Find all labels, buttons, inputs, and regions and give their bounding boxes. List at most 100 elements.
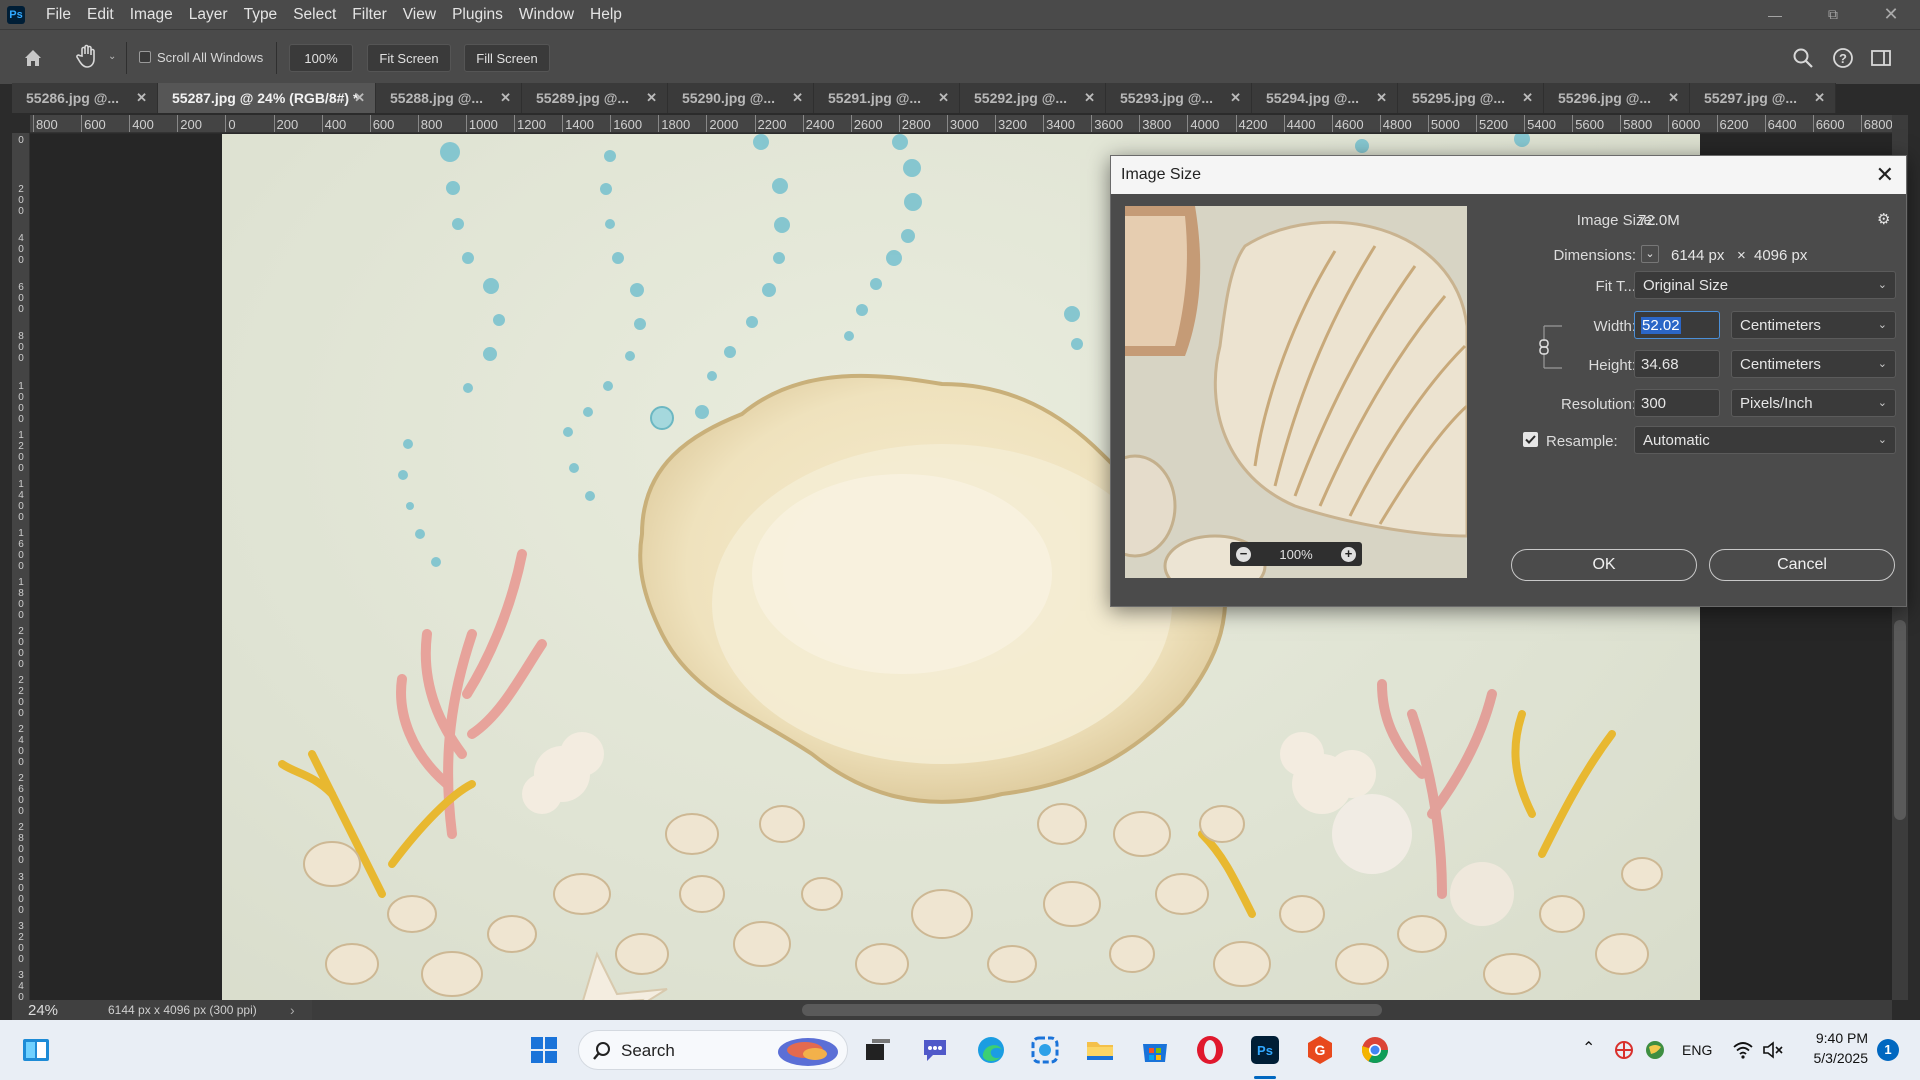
tab-document[interactable]: 55290.jpg @... ✕ bbox=[668, 83, 814, 113]
ruler-horizontal[interactable]: 800 600 400 200 0 200 400 600 800 1000 1200 1400 160… bbox=[30, 115, 1892, 133]
close-tab-icon[interactable]: ✕ bbox=[646, 90, 657, 106]
zoom-out-icon[interactable]: − bbox=[1236, 546, 1251, 562]
tool-preset-chevron-icon[interactable]: ⌄ bbox=[108, 51, 116, 62]
close-tab-icon[interactable]: ✕ bbox=[1376, 90, 1387, 106]
zoom-in-icon[interactable]: + bbox=[1341, 546, 1356, 562]
height-value: 34.68 bbox=[1641, 355, 1679, 373]
resolution-unit-select[interactable]: Pixels/Inch ⌄ bbox=[1731, 389, 1896, 417]
file-explorer-icon[interactable] bbox=[1084, 1034, 1116, 1066]
tab-document[interactable]: 55295.jpg @... ✕ bbox=[1398, 83, 1544, 113]
grammarly-icon[interactable]: G bbox=[1304, 1034, 1336, 1066]
start-icon[interactable] bbox=[528, 1034, 560, 1066]
teams-chat-icon[interactable] bbox=[919, 1034, 951, 1066]
task-view-icon[interactable] bbox=[862, 1034, 894, 1066]
vpn-icon[interactable] bbox=[1614, 1040, 1634, 1060]
tab-document[interactable]: 55294.jpg @... ✕ bbox=[1252, 83, 1398, 113]
tab-document[interactable]: 55286.jpg @... ✕ bbox=[12, 83, 158, 113]
show-hidden-icons-chevron-icon[interactable]: ⌃ bbox=[1582, 1038, 1595, 1058]
tab-document[interactable]: 55288.jpg @... ✕ bbox=[376, 83, 522, 113]
menu-window[interactable]: Window bbox=[511, 0, 582, 29]
menu-image[interactable]: Image bbox=[122, 0, 181, 29]
height-input[interactable]: 34.68 bbox=[1634, 350, 1720, 378]
close-tab-icon[interactable]: ✕ bbox=[938, 90, 949, 106]
fill-screen-button[interactable]: Fill Screen bbox=[464, 44, 550, 72]
height-unit-select[interactable]: Centimeters ⌄ bbox=[1731, 350, 1896, 378]
photoshop-logo-icon: Ps bbox=[7, 5, 25, 24]
width-input[interactable]: 52.02 bbox=[1634, 311, 1720, 339]
edge-browser-icon[interactable] bbox=[975, 1034, 1007, 1066]
menu-filter[interactable]: Filter bbox=[344, 0, 394, 29]
scroll-thumb[interactable] bbox=[802, 1004, 1382, 1016]
opera-browser-icon[interactable] bbox=[1194, 1034, 1226, 1066]
resample-checkbox[interactable] bbox=[1523, 432, 1538, 447]
close-tab-icon[interactable]: ✕ bbox=[500, 90, 511, 106]
notification-badge[interactable]: 1 bbox=[1877, 1039, 1899, 1061]
tab-document[interactable]: 55297.jpg @... ✕ bbox=[1690, 83, 1836, 113]
scroll-all-windows-checkbox[interactable] bbox=[139, 51, 151, 63]
chevron-down-icon: ⌄ bbox=[1877, 319, 1887, 331]
menu-select[interactable]: Select bbox=[285, 0, 344, 29]
maximize-icon[interactable]: ⧉ bbox=[1804, 0, 1862, 29]
wifi-icon[interactable] bbox=[1732, 1040, 1754, 1060]
hand-tool-icon[interactable] bbox=[76, 43, 100, 69]
network-globe-icon[interactable] bbox=[1644, 1039, 1666, 1061]
options-bar: ⌄ Scroll All Windows 100% Fit Screen Fil… bbox=[0, 29, 1920, 84]
ok-button[interactable]: OK bbox=[1511, 549, 1697, 581]
menu-type[interactable]: Type bbox=[236, 0, 286, 29]
close-tab-icon[interactable]: ✕ bbox=[136, 90, 147, 106]
menu-layer[interactable]: Layer bbox=[181, 0, 236, 29]
photoshop-taskbar-icon[interactable]: Ps bbox=[1249, 1034, 1281, 1066]
cancel-button[interactable]: Cancel bbox=[1709, 549, 1895, 581]
image-preview[interactable]: − 100% + bbox=[1125, 206, 1467, 578]
home-icon[interactable] bbox=[22, 47, 44, 69]
menu-edit[interactable]: Edit bbox=[79, 0, 122, 29]
horizontal-scrollbar[interactable] bbox=[312, 1000, 1892, 1020]
widgets-icon[interactable] bbox=[20, 1034, 52, 1066]
close-tab-icon[interactable]: ✕ bbox=[1230, 90, 1241, 106]
tab-document[interactable]: 55296.jpg @... ✕ bbox=[1544, 83, 1690, 113]
help-icon[interactable]: ? bbox=[1832, 47, 1854, 69]
resolution-input[interactable]: 300 bbox=[1634, 389, 1720, 417]
menu-view[interactable]: View bbox=[395, 0, 444, 29]
microsoft-store-icon[interactable] bbox=[1139, 1034, 1171, 1066]
fit-to-select[interactable]: Original Size ⌄ bbox=[1634, 271, 1896, 299]
close-tab-icon[interactable]: ✕ bbox=[354, 90, 365, 106]
tab-document[interactable]: 55289.jpg @... ✕ bbox=[522, 83, 668, 113]
workspace-icon[interactable] bbox=[1870, 47, 1892, 69]
close-tab-icon[interactable]: ✕ bbox=[1814, 90, 1825, 106]
dimensions-unit-dropdown-icon[interactable]: ⌄ bbox=[1641, 245, 1659, 263]
minimize-icon[interactable]: — bbox=[1746, 0, 1804, 29]
volume-muted-icon[interactable] bbox=[1762, 1040, 1784, 1060]
gear-icon[interactable]: ⚙ bbox=[1877, 210, 1890, 228]
close-tab-icon[interactable]: ✕ bbox=[1084, 90, 1095, 106]
ruler-tick-label: 2000 bbox=[18, 626, 24, 670]
tab-document-active[interactable]: 55287.jpg @ 24% (RGB/8#) * ✕ bbox=[158, 83, 376, 113]
menu-help[interactable]: Help bbox=[582, 0, 630, 29]
width-unit-select[interactable]: Centimeters ⌄ bbox=[1731, 311, 1896, 339]
tab-document[interactable]: 55291.jpg @... ✕ bbox=[814, 83, 960, 113]
search-icon[interactable] bbox=[1792, 47, 1814, 69]
tab-document[interactable]: 55292.jpg @... ✕ bbox=[960, 83, 1106, 113]
menu-file[interactable]: File bbox=[38, 0, 79, 29]
clock-date[interactable]: 5/3/2025 bbox=[1806, 1050, 1869, 1066]
close-tab-icon[interactable]: ✕ bbox=[1522, 90, 1533, 106]
language-indicator[interactable]: ENG bbox=[1682, 1042, 1712, 1058]
tab-document[interactable]: 55293.jpg @... ✕ bbox=[1106, 83, 1252, 113]
chrome-browser-icon[interactable] bbox=[1359, 1034, 1391, 1066]
ruler-vertical[interactable]: 0 200 400 600 800 1000 1200 1400 1600 1800 2000 220… bbox=[12, 133, 30, 1000]
zoom-100-button[interactable]: 100% bbox=[289, 44, 353, 72]
snipping-tool-icon[interactable] bbox=[1029, 1034, 1061, 1066]
close-window-icon[interactable]: ✕ bbox=[1862, 0, 1920, 29]
chevron-right-icon[interactable]: › bbox=[290, 1002, 295, 1018]
clock-time[interactable]: 9:40 PM bbox=[1806, 1030, 1868, 1046]
close-tab-icon[interactable]: ✕ bbox=[792, 90, 803, 106]
resample-method-select[interactable]: Automatic ⌄ bbox=[1634, 426, 1896, 454]
fit-screen-button[interactable]: Fit Screen bbox=[367, 44, 451, 72]
close-tab-icon[interactable]: ✕ bbox=[1668, 90, 1679, 106]
taskbar-search-box[interactable]: Search bbox=[578, 1030, 848, 1070]
scroll-thumb[interactable] bbox=[1894, 620, 1906, 820]
menu-plugins[interactable]: Plugins bbox=[444, 0, 511, 29]
ruler-tick-label: 6400 bbox=[1764, 115, 1797, 132]
zoom-level[interactable]: 24% bbox=[28, 1002, 58, 1019]
close-icon[interactable]: ✕ bbox=[1876, 162, 1894, 188]
